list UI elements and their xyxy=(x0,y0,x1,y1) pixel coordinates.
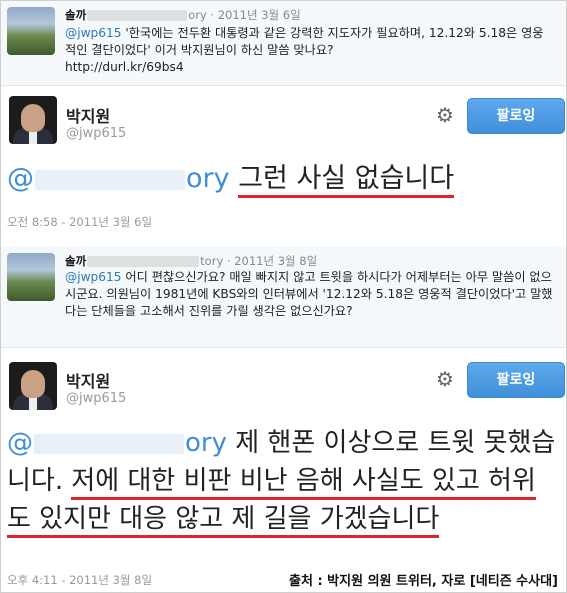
author-handle[interactable]: @jwp615 xyxy=(66,126,126,141)
reply-date[interactable]: · 2011년 3월 6일 xyxy=(210,8,300,22)
reply-author-name[interactable]: 솔까 xyxy=(65,254,86,268)
reply-avatar[interactable] xyxy=(7,7,55,55)
gear-icon[interactable]: ⚙ xyxy=(434,368,456,390)
tweet-text: @ ory 그런 사실 없습니다 xyxy=(7,160,556,198)
author-avatar[interactable] xyxy=(9,362,57,410)
main-tweet: 박지원 @jwp615 ⚙ 팔로잉 @ ory 그런 사실 없습니다 오전 8:5… xyxy=(1,86,566,244)
underlined-text: 저에 대한 비판 비난 음해 사실도 있고 허위도 있지만 대응 않고 제 길을… xyxy=(7,466,536,538)
reply-mention[interactable]: @jwp615 xyxy=(65,26,122,40)
author-avatar[interactable] xyxy=(9,96,57,144)
reply-author-name-tail: ory xyxy=(188,8,207,22)
following-button[interactable]: 팔로잉 xyxy=(467,362,565,398)
blurred-name xyxy=(87,10,188,21)
following-button[interactable]: 팔로잉 xyxy=(467,98,565,134)
reply-tweet[interactable]: 솔까 ory · 2011년 3월 6일 @jwp615 '한국에는 전두환 대통… xyxy=(1,1,566,86)
author-name[interactable]: 박지원 xyxy=(66,368,110,392)
author-handle[interactable]: @jwp615 xyxy=(66,391,126,406)
underlined-text: 그런 사실 없습니다 xyxy=(238,163,455,198)
reply-link[interactable]: http://durl.kr/69bs4 xyxy=(65,60,184,74)
reply-meta: 솔까 ory · 2011년 3월 6일 xyxy=(65,7,301,23)
tweet-mention[interactable]: @ ory xyxy=(7,428,227,458)
reply-body: 어디 편찮으신가요? 매일 빠지지 않고 트윗을 하시다가 어제부터는 아무 말… xyxy=(65,270,553,318)
reply-author-name-tail: tory xyxy=(200,254,224,268)
gear-icon[interactable]: ⚙ xyxy=(434,104,456,126)
tweet-timestamp[interactable]: 오후 4:11 - 2011년 3월 8일 xyxy=(7,572,152,588)
blurred-name xyxy=(87,256,200,267)
reply-date[interactable]: · 2011년 3월 8일 xyxy=(227,254,317,268)
main-tweet: 박지원 @jwp615 ⚙ 팔로잉 @ ory 제 핸폰 이상으로 트윗 못했습니… xyxy=(1,350,566,591)
reply-mention[interactable]: @jwp615 xyxy=(65,270,122,284)
tweet-mention[interactable]: @ ory xyxy=(7,163,230,194)
reply-text: @jwp615 어디 편찮으신가요? 매일 빠지지 않고 트윗을 하시다가 어제… xyxy=(65,269,554,320)
tweet-timestamp[interactable]: 오전 8:58 - 2011년 3월 6일 xyxy=(7,214,152,230)
tweet-text: @ ory 제 핸폰 이상으로 트윗 못했습니다. 저에 대한 비판 비난 음해 … xyxy=(7,424,556,538)
reply-avatar[interactable] xyxy=(7,253,55,301)
reply-author-name[interactable]: 솔까 xyxy=(65,8,86,22)
author-name[interactable]: 박지원 xyxy=(66,103,110,127)
reply-meta: 솔까 tory · 2011년 3월 8일 xyxy=(65,253,317,269)
source-caption: 출처 : 박지원 의원 트위터, 자로 [네티즌 수사대] xyxy=(289,574,558,589)
reply-body: '한국에는 전두환 대통령과 같은 강력한 지도자가 필요하며, 12.12와 … xyxy=(65,26,544,57)
reply-tweet[interactable]: 솔까 tory · 2011년 3월 8일 @jwp615 어디 편찮으신가요? … xyxy=(1,247,566,348)
reply-text: @jwp615 '한국에는 전두환 대통령과 같은 강력한 지도자가 필요하며,… xyxy=(65,25,554,76)
